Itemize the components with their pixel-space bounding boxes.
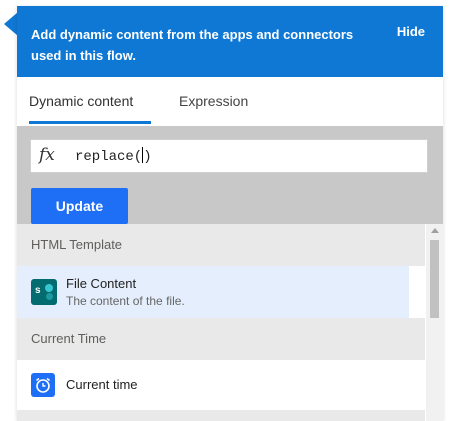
item-title: Current time (66, 377, 138, 392)
scroll-up-arrow-icon[interactable] (431, 228, 439, 233)
section-header-current-time: Current Time (17, 318, 425, 360)
list-item-file-content[interactable]: s File Content The content of the file. (17, 266, 409, 318)
scroll-thumb[interactable] (430, 240, 439, 318)
dynamic-content-list: HTML Template s File Content The content… (17, 224, 443, 421)
alarm-clock-icon (31, 373, 55, 397)
tab-dynamic-content[interactable]: Dynamic content (29, 77, 133, 126)
list-scrollbar[interactable] (426, 224, 443, 421)
popover-pointer (4, 12, 18, 36)
active-tab-indicator (29, 121, 151, 124)
formula-text: replace( (75, 149, 143, 165)
section-header-html-template: HTML Template (17, 224, 425, 266)
header-message: Add dynamic content from the apps and co… (31, 27, 354, 63)
item-title: File Content (66, 276, 137, 291)
item-description: The content of the file. (66, 294, 185, 308)
fx-icon: fx (39, 145, 55, 165)
dynamic-content-panel: Add dynamic content from the apps and co… (17, 6, 443, 421)
formula-input[interactable]: replace() (75, 147, 152, 165)
panel-header: Add dynamic content from the apps and co… (17, 6, 443, 77)
formula-input-box[interactable]: fx replace() (30, 139, 428, 173)
tab-bar: Dynamic content Expression (17, 77, 443, 126)
tab-expression[interactable]: Expression (179, 77, 248, 126)
hide-button[interactable]: Hide (397, 24, 425, 39)
list-item-current-time[interactable]: Current time (17, 360, 425, 412)
update-button[interactable]: Update (31, 188, 128, 224)
next-section-header (17, 410, 425, 421)
list-content: HTML Template s File Content The content… (17, 224, 425, 412)
expression-editor-area: fx replace() Update (17, 126, 443, 224)
formula-suffix: ) (143, 149, 152, 165)
sharepoint-icon: s (31, 279, 57, 305)
